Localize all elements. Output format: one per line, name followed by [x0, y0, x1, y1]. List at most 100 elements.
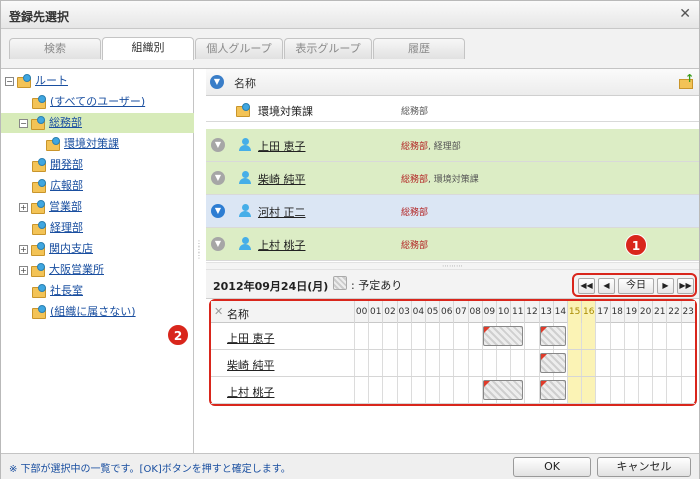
list-row-name[interactable]: 上村 桃子	[258, 237, 306, 253]
tree-item[interactable]: − 総務部	[1, 113, 194, 133]
hour-cell[interactable]	[666, 377, 680, 403]
close-icon[interactable]: ✕	[679, 6, 691, 22]
tree-item-label[interactable]: 経理部	[50, 221, 83, 234]
hour-cell[interactable]	[425, 323, 439, 349]
tree-item-label[interactable]: 環境対策課	[64, 137, 119, 150]
tree-item-label[interactable]: ルート	[35, 74, 68, 87]
list-row[interactable]: ▼ 上田 恵子 総務部, 経理部	[206, 129, 699, 162]
hour-cell[interactable]	[467, 377, 482, 403]
hour-cell[interactable]	[382, 377, 396, 403]
tree-item-label[interactable]: 営業部	[49, 200, 82, 213]
busy-event[interactable]	[539, 380, 566, 400]
expand-icon[interactable]: +	[19, 244, 28, 254]
hour-cell[interactable]	[638, 323, 652, 349]
busy-event[interactable]	[482, 380, 524, 400]
ok-button[interactable]: OK	[513, 457, 591, 477]
hour-cell[interactable]	[581, 350, 596, 376]
expand-icon[interactable]: +	[19, 202, 28, 212]
hour-cell[interactable]	[354, 323, 368, 349]
hour-cell[interactable]	[467, 350, 482, 376]
hour-cell[interactable]	[680, 377, 695, 403]
clear-icon[interactable]: ✕	[214, 305, 223, 318]
list-row[interactable]: 環境対策課 総務部	[206, 96, 699, 122]
hour-cell[interactable]	[510, 350, 524, 376]
tree-item-label[interactable]: (組織に属さない)	[50, 305, 136, 318]
tab-personal-group[interactable]: 個人グループ	[195, 38, 283, 59]
tab-history[interactable]: 履歴	[373, 38, 465, 59]
busy-event[interactable]	[539, 326, 566, 346]
schedule-row-name[interactable]: 柴崎 純平	[227, 357, 275, 373]
move-down-icon[interactable]: ▼	[211, 237, 225, 251]
hour-cell[interactable]	[368, 377, 382, 403]
hour-cell[interactable]	[439, 377, 453, 403]
hour-cell[interactable]	[496, 350, 510, 376]
tree-item-label[interactable]: 社長室	[50, 284, 83, 297]
hour-cell[interactable]	[453, 323, 467, 349]
tree-item-label[interactable]: 大阪営業所	[49, 263, 104, 276]
hour-cell[interactable]	[396, 323, 411, 349]
hour-cell[interactable]	[396, 377, 411, 403]
vertical-splitter-handle[interactable]: ⋮ ⋮ ⋮	[195, 240, 203, 271]
tree-item[interactable]: 開発部	[1, 155, 194, 175]
hour-cell[interactable]	[652, 323, 666, 349]
hour-cell[interactable]	[595, 323, 609, 349]
hour-cell[interactable]	[680, 350, 695, 376]
first-page-button[interactable]: ◀◀	[578, 278, 595, 294]
hour-cell[interactable]	[581, 323, 596, 349]
hour-cell[interactable]	[567, 377, 582, 403]
tree-item-label[interactable]: 総務部	[49, 116, 82, 129]
today-button[interactable]: 今日	[618, 278, 654, 294]
hour-cell[interactable]	[410, 377, 425, 403]
hour-cell[interactable]	[524, 323, 538, 349]
hour-cell[interactable]	[396, 350, 411, 376]
schedule-row-name[interactable]: 上村 桃子	[227, 384, 275, 400]
hour-cell[interactable]	[524, 377, 538, 403]
hour-cell[interactable]	[567, 350, 582, 376]
hour-cell[interactable]	[652, 350, 666, 376]
tree-item[interactable]: 環境対策課	[1, 134, 194, 154]
last-page-button[interactable]: ▶▶	[677, 278, 694, 294]
move-down-icon[interactable]: ▼	[211, 204, 225, 218]
tree-item[interactable]: (すべてのユーザー)	[1, 92, 194, 112]
hour-cell[interactable]	[368, 350, 382, 376]
hour-cell[interactable]	[609, 377, 624, 403]
tree-item[interactable]: − ルート	[1, 71, 194, 91]
sort-down-icon[interactable]: ▼	[210, 75, 224, 89]
horizontal-splitter-handle[interactable]: ⋯⋯⋯	[206, 262, 699, 270]
list-row[interactable]: ▼ 柴崎 純平 総務部, 環境対策課	[206, 162, 699, 195]
busy-event[interactable]	[539, 353, 566, 373]
hour-cell[interactable]	[439, 323, 453, 349]
list-row-name[interactable]: 河村 正二	[258, 204, 306, 220]
hour-cell[interactable]	[595, 350, 609, 376]
cancel-button[interactable]: キャンセル	[597, 457, 691, 477]
tree-item-label[interactable]: 広報部	[50, 179, 83, 192]
prev-day-button[interactable]: ◀	[598, 278, 615, 294]
move-down-icon[interactable]: ▼	[211, 138, 225, 152]
hour-cell[interactable]	[680, 323, 695, 349]
hour-cell[interactable]	[410, 323, 425, 349]
hour-cell[interactable]	[666, 323, 680, 349]
folder-up-icon[interactable]: ↑	[679, 72, 695, 90]
hour-cell[interactable]	[453, 350, 467, 376]
hour-cell[interactable]	[481, 350, 496, 376]
hour-cell[interactable]	[638, 377, 652, 403]
tree-item-label[interactable]: 関内支店	[49, 242, 93, 255]
hour-cell[interactable]	[439, 350, 453, 376]
hour-cell[interactable]	[467, 323, 482, 349]
tree-item[interactable]: (組織に属さない)	[1, 302, 194, 322]
tree-item-label[interactable]: (すべてのユーザー)	[50, 95, 145, 108]
hour-cell[interactable]	[581, 377, 596, 403]
hour-cell[interactable]	[595, 377, 609, 403]
busy-event[interactable]	[482, 326, 524, 346]
hour-cell[interactable]	[368, 323, 382, 349]
tree-item[interactable]: + 関内支店	[1, 239, 194, 259]
hour-cell[interactable]	[382, 323, 396, 349]
hour-cell[interactable]	[609, 323, 624, 349]
tree-item[interactable]: 広報部	[1, 176, 194, 196]
tab-search[interactable]: 検索	[9, 38, 101, 59]
hour-cell[interactable]	[354, 350, 368, 376]
hour-cell[interactable]	[410, 350, 425, 376]
next-day-button[interactable]: ▶	[657, 278, 674, 294]
collapse-icon[interactable]: −	[19, 118, 28, 128]
tree-item-label[interactable]: 開発部	[50, 158, 83, 171]
